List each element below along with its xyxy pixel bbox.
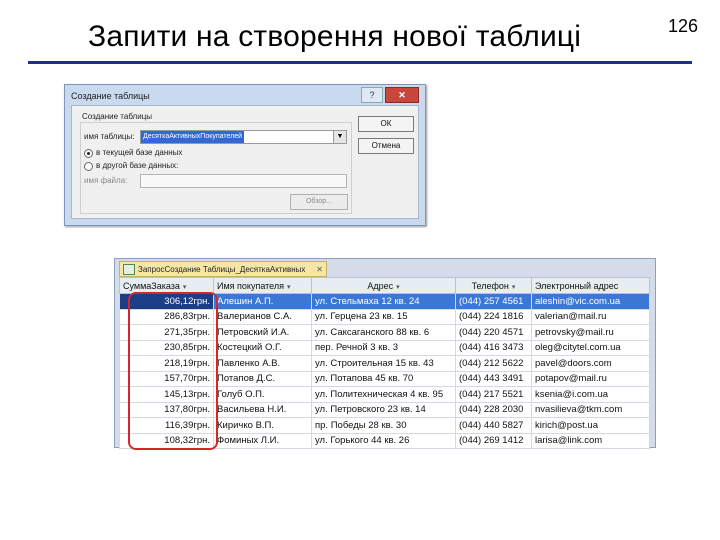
cell-address[interactable]: ул. Строительная 15 кв. 43 bbox=[311, 355, 456, 372]
sum-column-highlight bbox=[128, 292, 218, 450]
cell-name[interactable]: Костецкий О.Г. bbox=[213, 339, 312, 356]
cell-email[interactable]: aleshin@vic.com.ua bbox=[531, 293, 650, 310]
table-name-value: ДесяткаАктивныхПокупателей bbox=[141, 131, 245, 143]
cell-phone[interactable]: (044) 440 5827 bbox=[455, 417, 532, 434]
slide-title: Запити на створення нової таблиці bbox=[88, 20, 582, 53]
cell-address[interactable]: ул. Политехническая 4 кв. 95 bbox=[311, 386, 456, 403]
cell-address[interactable]: ул. Горького 44 кв. 26 bbox=[311, 432, 456, 449]
cell-phone[interactable]: (044) 220 4571 bbox=[455, 324, 532, 341]
cell-phone[interactable]: (044) 228 2030 bbox=[455, 401, 532, 418]
cell-email[interactable]: ksenia@i.com.ua bbox=[531, 386, 650, 403]
cell-phone[interactable]: (044) 257 4561 bbox=[455, 293, 532, 310]
cell-address[interactable]: пр. Победы 28 кв. 30 bbox=[311, 417, 456, 434]
cell-phone[interactable]: (044) 269 1412 bbox=[455, 432, 532, 449]
create-table-dialog: Создание таблицы ? ✕ Создание таблицы им… bbox=[64, 84, 426, 226]
cell-name[interactable]: Голуб О.П. bbox=[213, 386, 312, 403]
cancel-button[interactable]: Отмена bbox=[358, 138, 414, 154]
cell-name[interactable]: Потапов Д.С. bbox=[213, 370, 312, 387]
close-button[interactable]: ✕ bbox=[385, 87, 419, 103]
query-tab[interactable]: ЗапросСоздание Таблицы_ДесяткаАктивных ✕ bbox=[119, 261, 327, 277]
sort-arrow-icon[interactable]: ▾ bbox=[512, 284, 516, 291]
cell-name[interactable]: Васильева Н.И. bbox=[213, 401, 312, 418]
cell-name[interactable]: Валерианов С.А. bbox=[213, 308, 312, 325]
cell-address[interactable]: ул. Петровского 23 кв. 14 bbox=[311, 401, 456, 418]
title-divider bbox=[28, 61, 692, 64]
help-button[interactable]: ? bbox=[361, 87, 383, 103]
column-header-email[interactable]: Электронный адрес bbox=[531, 277, 650, 294]
cell-email[interactable]: pavel@doors.com bbox=[531, 355, 650, 372]
radio-other-db-label: в другой базе данных: bbox=[96, 161, 179, 170]
cell-phone[interactable]: (044) 416 3473 bbox=[455, 339, 532, 356]
cell-email[interactable]: larisa@link.com bbox=[531, 432, 650, 449]
query-tab-title: ЗапросСоздание Таблицы_ДесяткаАктивных bbox=[138, 264, 306, 274]
cell-name[interactable]: Фоминых Л.И. bbox=[213, 432, 312, 449]
cell-address[interactable]: ул. Потапова 45 кв. 70 bbox=[311, 370, 456, 387]
file-name-label: имя файла: bbox=[84, 176, 128, 185]
ok-button[interactable]: ОК bbox=[358, 116, 414, 132]
cell-phone[interactable]: (044) 443 3491 bbox=[455, 370, 532, 387]
dialog-body: Создание таблицы имя таблицы: ДесяткаАкт… bbox=[71, 105, 419, 219]
cell-phone[interactable]: (044) 212 5622 bbox=[455, 355, 532, 372]
cell-address[interactable]: пер. Речной 3 кв. 3 bbox=[311, 339, 456, 356]
group-label: Создание таблицы bbox=[82, 112, 153, 121]
radio-current-db[interactable] bbox=[84, 149, 93, 158]
cell-email[interactable]: kirich@post.ua bbox=[531, 417, 650, 434]
radio-other-db[interactable] bbox=[84, 162, 93, 171]
cell-address[interactable]: ул. Стельмаха 12 кв. 24 bbox=[311, 293, 456, 310]
radio-current-db-label: в текущей базе данных bbox=[96, 148, 183, 157]
sort-arrow-icon[interactable]: ▾ bbox=[287, 284, 291, 291]
cell-phone[interactable]: (044) 224 1816 bbox=[455, 308, 532, 325]
chevron-down-icon[interactable]: ▼ bbox=[333, 131, 346, 143]
cell-email[interactable]: oleg@citytel.com.ua bbox=[531, 339, 650, 356]
cell-address[interactable]: ул. Саксаганского 88 кв. 6 bbox=[311, 324, 456, 341]
column-header-name[interactable]: Имя покупателя ▾ bbox=[213, 277, 312, 294]
cell-phone[interactable]: (044) 217 5521 bbox=[455, 386, 532, 403]
dialog-window-controls: ? ✕ bbox=[361, 87, 419, 103]
table-name-label: имя таблицы: bbox=[84, 132, 135, 141]
cell-name[interactable]: Павленко А.В. bbox=[213, 355, 312, 372]
query-table-icon bbox=[123, 263, 135, 275]
cell-email[interactable]: potapov@mail.ru bbox=[531, 370, 650, 387]
slide-number: 126 bbox=[668, 16, 699, 36]
cell-email[interactable]: valerian@mail.ru bbox=[531, 308, 650, 325]
cell-email[interactable]: petrovsky@mail.ru bbox=[531, 324, 650, 341]
cell-name[interactable]: Киричко В.П. bbox=[213, 417, 312, 434]
close-icon[interactable]: ✕ bbox=[316, 265, 323, 274]
dialog-caption: Создание таблицы bbox=[71, 91, 150, 101]
cell-email[interactable]: nvasilieva@tkm.com bbox=[531, 401, 650, 418]
column-header-phone[interactable]: Телефон ▾ bbox=[455, 277, 532, 294]
cell-name[interactable]: Алешин А.П. bbox=[213, 293, 312, 310]
sort-arrow-icon[interactable]: ▾ bbox=[396, 284, 400, 291]
cell-address[interactable]: ул. Герцена 23 кв. 15 bbox=[311, 308, 456, 325]
file-name-input[interactable] bbox=[140, 174, 347, 188]
table-name-combo[interactable]: ДесяткаАктивныхПокупателей ▼ bbox=[140, 130, 347, 144]
browse-button[interactable]: Обзор... bbox=[290, 194, 348, 210]
column-header-address[interactable]: Адрес ▾ bbox=[311, 277, 456, 294]
cell-name[interactable]: Петровский И.А. bbox=[213, 324, 312, 341]
sort-arrow-icon[interactable]: ▾ bbox=[183, 284, 187, 291]
